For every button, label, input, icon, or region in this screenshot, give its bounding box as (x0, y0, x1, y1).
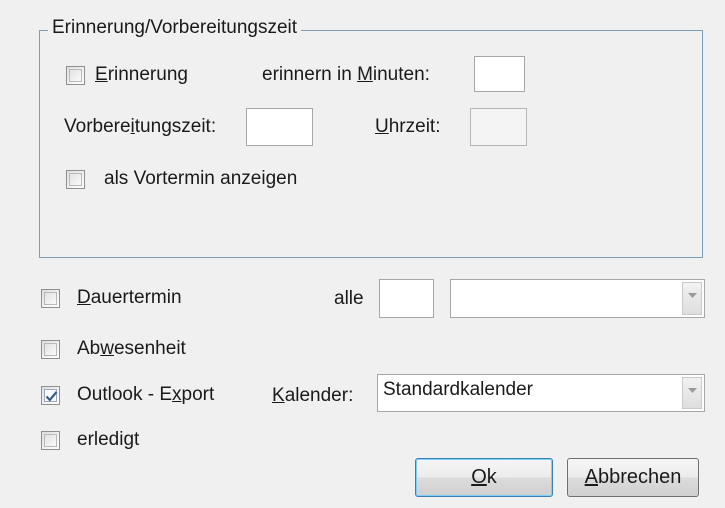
done-label: erledigt (77, 429, 140, 450)
calendar-value: Standardkalender (383, 379, 533, 400)
interval-input[interactable] (379, 279, 434, 318)
prep-time-label: Vorbereitungszeit: (64, 116, 217, 137)
interval-label: alle (334, 288, 364, 309)
recurrence-unit-select[interactable] (450, 279, 705, 318)
pre-appointment-label: als Vortermin anzeigen (104, 168, 298, 189)
outlook-export-label: Outlook - Export (77, 384, 215, 405)
recurring-label: Dauertermin (77, 287, 182, 308)
reminder-group-title: Erinnerung/Vorbereitungszeit (48, 17, 302, 39)
reminder-label: Erinnerung (95, 64, 188, 85)
absence-label: Abwesenheit (77, 338, 186, 359)
done-checkbox[interactable] (41, 431, 60, 450)
prep-time-input[interactable] (246, 108, 313, 146)
absence-checkbox[interactable] (41, 340, 60, 359)
reminder-checkbox[interactable] (66, 66, 85, 85)
dropdown-arrow-icon[interactable] (682, 282, 702, 315)
ok-button[interactable]: Ok (415, 458, 553, 497)
calendar-label: Kalender: (272, 385, 354, 406)
calendar-select[interactable]: Standardkalender (377, 374, 705, 412)
time-input[interactable] (470, 108, 527, 146)
dropdown-arrow-icon[interactable] (682, 377, 702, 409)
pre-appointment-checkbox[interactable] (66, 170, 85, 189)
recurring-checkbox[interactable] (41, 289, 60, 308)
remind-minutes-input[interactable] (474, 56, 525, 92)
cancel-button[interactable]: Abbrechen (567, 458, 699, 497)
outlook-export-checkbox[interactable] (41, 386, 60, 405)
remind-minutes-label: erinnern in Minuten: (262, 64, 430, 85)
checkmark-icon (45, 391, 58, 402)
time-label: Uhrzeit: (375, 116, 441, 137)
